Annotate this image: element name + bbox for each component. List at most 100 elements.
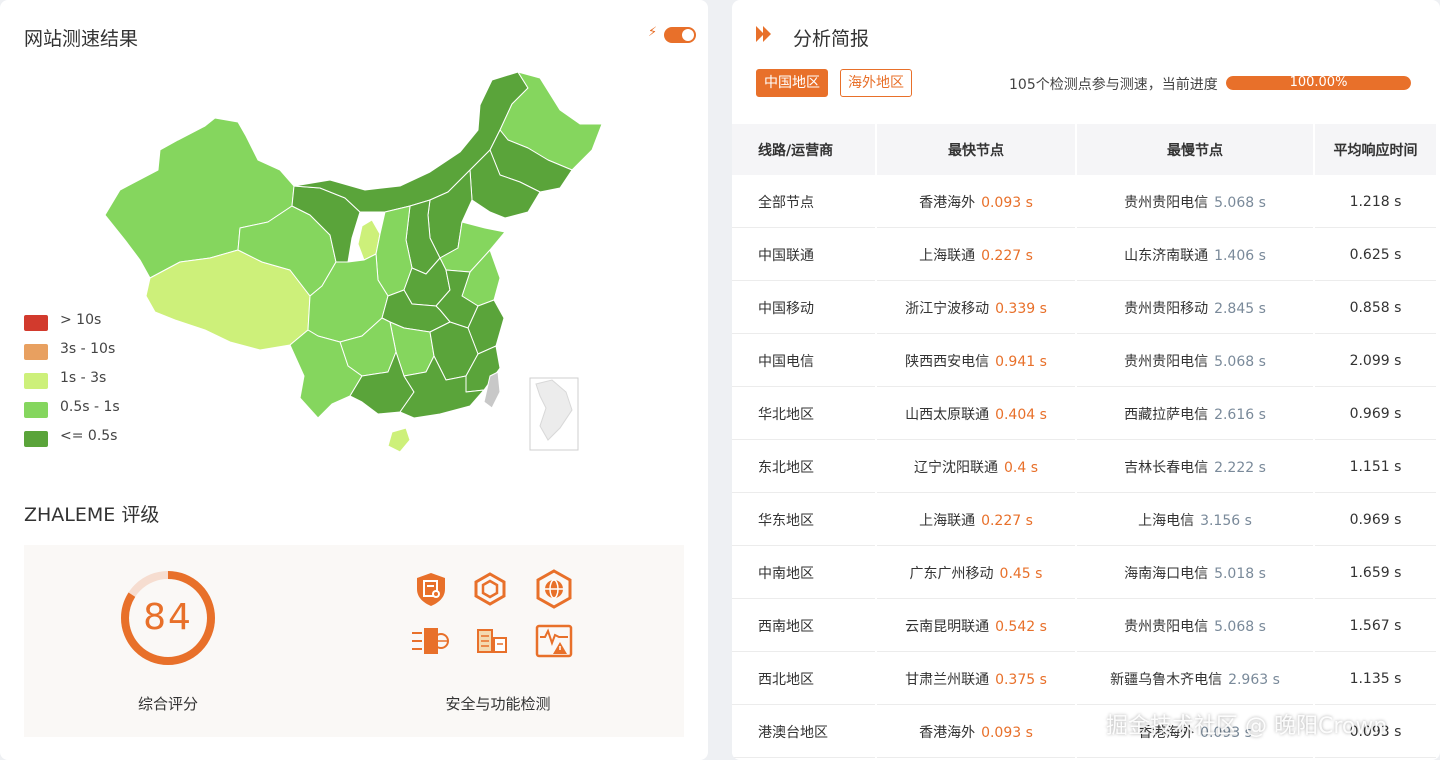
line-name: 中南地区	[732, 548, 875, 599]
fast-node: 香港海外	[919, 725, 976, 741]
table-row[interactable]: 全部节点 香港海外 0.093 s 贵州贵阳电信 5.068 s 1.218 s	[732, 177, 1436, 228]
tab-china-region[interactable]: 中国地区	[756, 69, 828, 97]
table-row[interactable]: 西南地区 云南昆明联通 0.542 s 贵州贵阳电信 5.068 s 1.567 s	[732, 601, 1436, 652]
fast-time: 0.404 s	[995, 407, 1047, 423]
fast-time: 0.542 s	[995, 619, 1047, 635]
slowest-cell: 新疆乌鲁木齐电信 2.963 s	[1077, 654, 1313, 705]
fastest-cell: 香港海外 0.093 s	[877, 707, 1075, 758]
table-header-row: 线路/运营商 最快节点 最慢节点 平均响应时间	[732, 124, 1436, 175]
double-chevron-icon	[756, 26, 771, 42]
line-name: 中国联通	[732, 230, 875, 281]
fastest-cell: 云南昆明联通 0.542 s	[877, 601, 1075, 652]
rating-title: ZHALEME 评级	[24, 504, 160, 526]
line-name: 华东地区	[732, 495, 875, 546]
globe-hexagon-icon[interactable]	[534, 569, 574, 609]
slow-node: 西藏拉萨电信	[1124, 407, 1209, 423]
slowest-cell: 贵州贵阳电信 5.068 s	[1077, 601, 1313, 652]
legend-label: 3s - 10s	[60, 341, 116, 357]
fastest-cell: 上海联通 0.227 s	[877, 495, 1075, 546]
slowest-cell: 贵州贵阳电信 5.068 s	[1077, 177, 1313, 228]
column-header-slowest: 最慢节点	[1077, 124, 1313, 175]
results-table: 线路/运营商 最快节点 最慢节点 平均响应时间 全部节点 香港海外 0.093 s…	[732, 122, 1438, 760]
table-row[interactable]: 中国移动 浙江宁波移动 0.339 s 贵州贵阳移动 2.845 s 0.858 s	[732, 283, 1436, 334]
slow-time: 5.068 s	[1214, 354, 1266, 370]
rating-box: 84 综合评分 安全与功能检测	[24, 545, 684, 737]
fast-time: 0.227 s	[981, 513, 1033, 529]
progress-value: 100.00%	[1289, 76, 1348, 90]
avg-time: 1.151 s	[1315, 442, 1436, 493]
slow-node: 吉林长春电信	[1124, 460, 1209, 476]
slow-time: 2.845 s	[1214, 301, 1266, 317]
table-row[interactable]: 华北地区 山西太原联通 0.404 s 西藏拉萨电信 2.616 s 0.969 s	[732, 389, 1436, 440]
fast-node: 山西太原联通	[905, 407, 990, 423]
legend-swatch	[24, 344, 48, 360]
toggle-switch[interactable]	[664, 27, 696, 43]
line-name: 华北地区	[732, 389, 875, 440]
realtime-toggle[interactable]: ⚡	[648, 24, 698, 44]
slow-time: 5.068 s	[1214, 195, 1266, 211]
column-header-line: 线路/运营商	[732, 124, 875, 175]
slow-node: 海南海口电信	[1124, 566, 1209, 582]
slow-node: 上海电信	[1138, 513, 1195, 529]
fast-time: 0.093 s	[981, 195, 1033, 211]
map-region-hainan[interactable]	[387, 427, 411, 453]
table-row[interactable]: 中国联通 上海联通 0.227 s 山东济南联通 1.406 s 0.625 s	[732, 230, 1436, 281]
line-name: 西南地区	[732, 601, 875, 652]
table-row[interactable]: 东北地区 辽宁沈阳联通 0.4 s 吉林长春电信 2.222 s 1.151 s	[732, 442, 1436, 493]
toggle-knob	[682, 29, 694, 41]
line-name: 东北地区	[732, 442, 875, 493]
fast-node: 香港海外	[919, 195, 976, 211]
tab-overseas-region[interactable]: 海外地区	[840, 69, 912, 97]
slow-time: 2.963 s	[1228, 672, 1280, 688]
report-panel: 分析简报 中国地区 海外地区 105个检测点参与测速，当前进度 100.00% …	[732, 0, 1440, 760]
fast-time: 0.4 s	[1003, 460, 1038, 476]
avg-time: 0.969 s	[1315, 389, 1436, 440]
slow-node: 贵州贵阳电信	[1124, 619, 1209, 635]
report-title: 分析简报	[793, 28, 870, 50]
speed-test-panel: 网站测速结果 ⚡ > 10s 3s - 10s 1s - 3s 0.5s - 1…	[0, 0, 708, 760]
slow-node: 新疆乌鲁木齐电信	[1110, 672, 1223, 688]
fast-time: 0.339 s	[995, 301, 1047, 317]
fastest-cell: 上海联通 0.227 s	[877, 230, 1075, 281]
legend-label: > 10s	[60, 312, 102, 328]
column-header-fastest: 最快节点	[877, 124, 1075, 175]
line-name: 中国电信	[732, 336, 875, 387]
table-row[interactable]: 西北地区 甘肃兰州联通 0.375 s 新疆乌鲁木齐电信 2.963 s 1.135…	[732, 654, 1436, 705]
line-name: 西北地区	[732, 654, 875, 705]
fastest-cell: 香港海外 0.093 s	[877, 177, 1075, 228]
south-sea-inset	[529, 377, 579, 451]
slowest-cell: 海南海口电信 5.018 s	[1077, 548, 1313, 599]
lightning-icon: ⚡	[648, 25, 658, 40]
score-label: 综合评分	[137, 695, 198, 713]
firewall-door-icon[interactable]	[410, 624, 450, 658]
slowest-cell: 贵州贵阳电信 5.068 s	[1077, 336, 1313, 387]
table-row[interactable]: 中国电信 陕西西安电信 0.941 s 贵州贵阳电信 5.068 s 2.099 s	[732, 336, 1436, 387]
hexagon-box-icon[interactable]	[473, 572, 507, 606]
table-row[interactable]: 华东地区 上海联通 0.227 s 上海电信 3.156 s 0.969 s	[732, 495, 1436, 546]
fast-node: 上海联通	[919, 248, 976, 264]
column-header-average: 平均响应时间	[1315, 124, 1436, 175]
slow-node: 贵州贵阳电信	[1124, 195, 1209, 211]
slowest-cell: 西藏拉萨电信 2.616 s	[1077, 389, 1313, 440]
certificate-shield-icon[interactable]	[413, 571, 449, 607]
server-building-icon[interactable]	[475, 626, 509, 656]
fast-time: 0.45 s	[999, 566, 1043, 582]
fast-node: 广东广州移动	[909, 566, 994, 582]
fast-node: 辽宁沈阳联通	[913, 460, 998, 476]
fastest-cell: 广东广州移动 0.45 s	[877, 548, 1075, 599]
slowest-cell: 上海电信 3.156 s	[1077, 495, 1313, 546]
progress-text: 105个检测点参与测速，当前进度	[1009, 77, 1218, 93]
avg-time: 0.625 s	[1315, 230, 1436, 281]
fast-time: 0.375 s	[995, 672, 1047, 688]
speed-test-title: 网站测速结果	[24, 28, 139, 50]
slowest-cell: 吉林长春电信 2.222 s	[1077, 442, 1313, 493]
table-row[interactable]: 中南地区 广东广州移动 0.45 s 海南海口电信 5.018 s 1.659 s	[732, 548, 1436, 599]
legend-swatch	[24, 402, 48, 418]
fastest-cell: 山西太原联通 0.404 s	[877, 389, 1075, 440]
legend-swatch	[24, 431, 48, 447]
fast-time: 0.093 s	[981, 725, 1033, 741]
avg-time: 1.135 s	[1315, 654, 1436, 705]
alert-monitor-icon[interactable]	[534, 623, 574, 659]
fast-node: 浙江宁波移动	[905, 301, 990, 317]
avg-time: 0.969 s	[1315, 495, 1436, 546]
